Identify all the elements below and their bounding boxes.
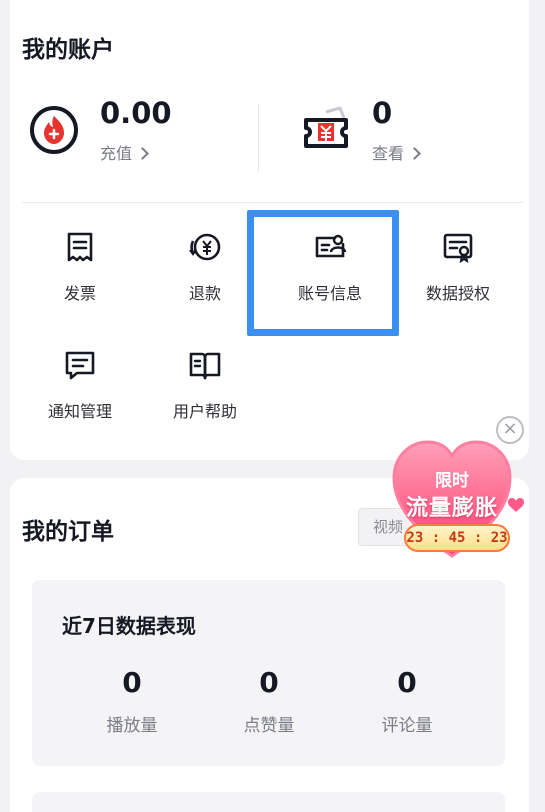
plays-stat[interactable]: 0 播放量 xyxy=(72,666,192,736)
refund-icon xyxy=(189,233,221,261)
comments-stat[interactable]: 0 评论量 xyxy=(347,666,467,736)
chevron-right-icon xyxy=(136,147,149,160)
stats-title: 近7日数据表现 xyxy=(62,614,196,638)
invoice-icon xyxy=(67,232,93,262)
promo-countdown: 23 : 45 : 23 xyxy=(404,524,510,552)
tickets-section[interactable]: 0 查看 xyxy=(300,96,510,170)
section-divider xyxy=(22,202,523,203)
coin-icon xyxy=(30,106,78,154)
comments-label: 评论量 xyxy=(381,716,433,736)
tickets-value: 0 xyxy=(372,96,393,130)
recharge-link[interactable]: 充值 xyxy=(100,140,149,164)
plays-label: 播放量 xyxy=(106,716,158,736)
comments-value: 0 xyxy=(397,666,417,699)
likes-label: 点赞量 xyxy=(243,716,295,736)
notification-icon xyxy=(65,351,95,380)
stats-panel: 近7日数据表现 0 播放量 0 点赞量 0 评论量 xyxy=(32,580,505,766)
ticket-icon xyxy=(304,106,348,148)
help-item[interactable]: 用户帮助 xyxy=(145,348,265,448)
notification-label: 通知管理 xyxy=(47,402,112,421)
chevron-right-icon xyxy=(408,147,421,160)
view-link[interactable]: 查看 xyxy=(372,140,421,164)
recharge-label: 充值 xyxy=(100,144,133,163)
divider xyxy=(258,104,259,172)
invoice-label: 发票 xyxy=(63,284,96,303)
next-panel xyxy=(32,792,505,812)
likes-value: 0 xyxy=(259,666,279,699)
promo-line2: 流量膨胀 xyxy=(405,496,498,521)
view-label: 查看 xyxy=(372,144,405,163)
notification-item[interactable]: 通知管理 xyxy=(20,348,140,448)
help-book-icon xyxy=(189,352,221,380)
account-title: 我的账户 xyxy=(22,37,114,63)
balance-section[interactable]: 0.00 充值 xyxy=(28,96,258,170)
selection-highlight xyxy=(247,210,399,336)
data-authorization-icon xyxy=(443,233,473,264)
close-icon[interactable]: × xyxy=(496,416,524,444)
plays-value: 0 xyxy=(122,666,142,699)
likes-stat[interactable]: 0 点赞量 xyxy=(209,666,329,736)
invoice-item[interactable]: 发票 xyxy=(20,230,140,330)
balance-value: 0.00 xyxy=(100,96,172,130)
help-label: 用户帮助 xyxy=(172,402,237,421)
orders-title: 我的订单 xyxy=(22,519,114,545)
data-authorization-label: 数据授权 xyxy=(425,284,490,303)
data-authorization-item[interactable]: 数据授权 xyxy=(398,230,518,330)
promo-line1: 限时 xyxy=(435,471,469,491)
